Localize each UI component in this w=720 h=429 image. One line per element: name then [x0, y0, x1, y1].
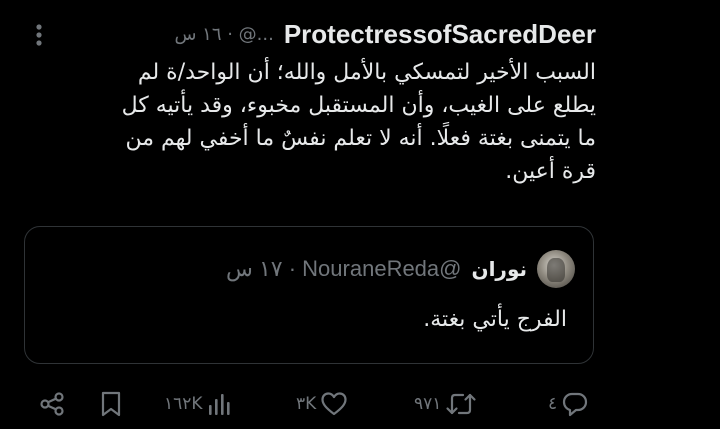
- tweet[interactable]: ProtectressofSacredDeer ...@ · ١٦ س السب…: [0, 0, 720, 429]
- retweet-icon: [446, 393, 477, 415]
- retweet-count: ٩٧١: [414, 394, 442, 414]
- views-count: ١٦٢K: [164, 394, 203, 414]
- author-handle-time[interactable]: ...@ · ١٦ س: [174, 24, 273, 45]
- retweet-button[interactable]: ٩٧١: [414, 384, 477, 424]
- views-button[interactable]: ١٦٢K: [164, 384, 231, 424]
- reply-button[interactable]: ٤: [548, 384, 589, 424]
- reply-count: ٤: [548, 394, 558, 414]
- heart-icon: [321, 392, 347, 416]
- more-vertical-icon: [36, 24, 42, 46]
- reply-icon: [563, 392, 588, 417]
- quoted-author-avatar[interactable]: [537, 250, 575, 288]
- more-options-button[interactable]: [30, 22, 48, 48]
- quoted-tweet-text: الفرج يأتي بغتة.: [423, 307, 567, 332]
- action-bar: ١٦٢K ٣K ٩٧١ ٤: [0, 384, 720, 424]
- author-name[interactable]: ProtectressofSacredDeer: [284, 19, 596, 50]
- share-button[interactable]: [38, 384, 66, 424]
- quoted-author-name[interactable]: نوران: [472, 257, 528, 281]
- quoted-tweet-card[interactable]: نوران @NouraneReda · ١٧ س الفرج يأتي بغت…: [24, 226, 594, 364]
- bookmark-button[interactable]: [98, 384, 124, 424]
- like-count: ٣K: [296, 394, 317, 414]
- like-button[interactable]: ٣K: [296, 384, 348, 424]
- tweet-header: ProtectressofSacredDeer ...@ · ١٦ س: [174, 14, 596, 54]
- bookmark-icon: [101, 391, 121, 417]
- views-bar-chart-icon: [208, 394, 230, 415]
- quoted-tweet-header: نوران @NouraneReda · ١٧ س: [226, 249, 575, 289]
- tweet-text: السبب الأخير لتمسكي بالأمل والله؛ أن الو…: [121, 60, 596, 184]
- quoted-author-handle-time[interactable]: @NouraneReda · ١٧ س: [226, 256, 462, 282]
- share-icon: [40, 392, 64, 416]
